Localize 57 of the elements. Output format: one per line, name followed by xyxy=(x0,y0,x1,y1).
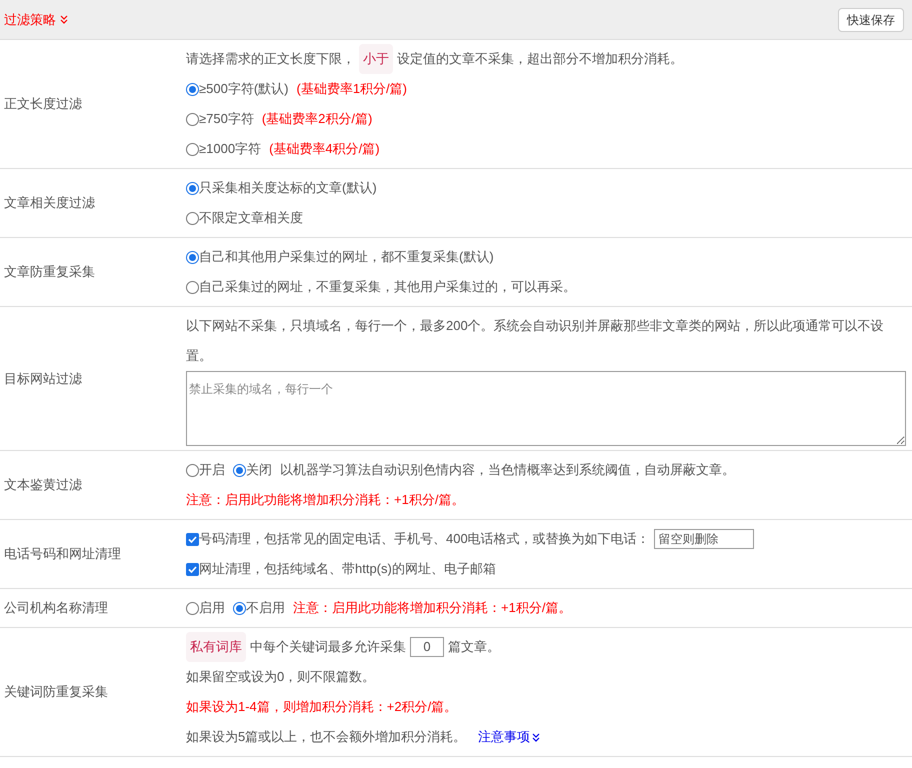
phone-input[interactable]: 留空则删除 xyxy=(654,529,754,549)
radio-button[interactable] xyxy=(186,602,199,614)
radio-label: 不启用 xyxy=(246,599,285,617)
radio-label: 自己和其他用户采集过的网址，都不重复采集(默认) xyxy=(199,248,494,266)
radio-label: 自己采集过的网址，不重复采集，其他用户采集过的，可以再采。 xyxy=(199,278,576,296)
description-text: 如果设为5篇或以上，也不会额外增加积分消耗。 xyxy=(186,728,466,746)
checkbox[interactable] xyxy=(186,562,199,576)
note-text: 如果设为1-4篇，则增加积分消耗：+2积分/篇。 xyxy=(186,698,458,716)
highlight-tag: 私有词库 xyxy=(186,632,246,662)
radio-button[interactable] xyxy=(186,212,199,224)
radio-button[interactable] xyxy=(186,464,199,476)
notes-link[interactable]: 注意事项 xyxy=(478,722,530,752)
note-text: (基础费率1积分/篇) xyxy=(296,80,407,98)
count-input[interactable]: 0 xyxy=(410,637,444,657)
radio-label: ≥500字符(默认) xyxy=(199,80,288,98)
row-label: 电话号码和网址清理 xyxy=(4,545,121,564)
radio-button[interactable] xyxy=(186,280,199,294)
description-text: 篇文章。 xyxy=(448,638,500,656)
radio-button[interactable] xyxy=(186,82,199,96)
row-label: 文本鉴黄过滤 xyxy=(4,476,82,494)
note-text: 注意：启用此功能将增加积分消耗：+1积分/篇。 xyxy=(293,599,572,617)
description-text: 如果留空或设为0，则不限篇数。 xyxy=(186,668,376,686)
radio-button[interactable] xyxy=(186,142,199,156)
description-text: 中每个关键词最多允许采集 xyxy=(250,638,406,656)
radio-label: 只采集相关度达标的文章(默认) xyxy=(199,179,377,197)
row-label: 文章防重复采集 xyxy=(4,263,95,282)
description-text: 以机器学习算法自动识别色情内容，当色情概率达到系统阈值，自动屏蔽文章。 xyxy=(280,461,735,479)
checkbox-label: 网址清理，包括纯域名、带http(s)的网址、电子邮箱 xyxy=(199,560,496,578)
checkbox[interactable] xyxy=(186,532,199,546)
description-text: 以下网站不采集，只填域名，每行一个，最多200个。系统会自动识别并屏蔽那些非文章类的网站，所以此项通常可以不设置。 xyxy=(186,317,885,365)
row-label: 正文长度过滤 xyxy=(4,95,82,114)
row-label: 目标网站过滤 xyxy=(4,370,82,388)
domain-textarea[interactable]: 禁止采集的域名，每行一个 xyxy=(186,371,906,446)
double-chevron-icon xyxy=(60,15,68,24)
radio-label: 不限定文章相关度 xyxy=(199,209,303,227)
radio-label: 关闭 xyxy=(246,461,272,479)
radio-label: 开启 xyxy=(199,461,225,479)
radio-button[interactable] xyxy=(186,250,199,264)
row-label: 文章相关度过滤 xyxy=(4,194,95,212)
row-label: 关键词防重复采集 xyxy=(4,683,108,702)
description-text: 请选择需求的正文长度下限， xyxy=(186,50,355,68)
double-chevron-icon xyxy=(532,732,540,742)
note-text: (基础费率2积分/篇) xyxy=(262,110,372,128)
radio-label: ≥750字符 xyxy=(199,110,254,128)
row-label: 公司机构名称清理 xyxy=(4,599,108,618)
quick-save-button[interactable]: 快速保存 xyxy=(838,8,904,32)
note-text: (基础费率4积分/篇) xyxy=(269,140,380,158)
radio-button[interactable] xyxy=(186,182,199,194)
note-text: 注意：启用此功能将增加积分消耗：+1积分/篇。 xyxy=(186,491,464,509)
checkbox-label: 号码清理，包括常见的固定电话、手机号、400电话格式，或替换为如下电话： xyxy=(199,530,650,548)
radio-button[interactable] xyxy=(233,602,246,614)
description-text: 设定值的文章不采集，超出部分不增加积分消耗。 xyxy=(397,50,683,68)
radio-button[interactable] xyxy=(186,112,199,126)
radio-button[interactable] xyxy=(233,464,246,476)
highlight-tag: 小于 xyxy=(359,44,393,74)
radio-label: 启用 xyxy=(199,599,225,617)
radio-label: ≥1000字符 xyxy=(199,140,262,158)
